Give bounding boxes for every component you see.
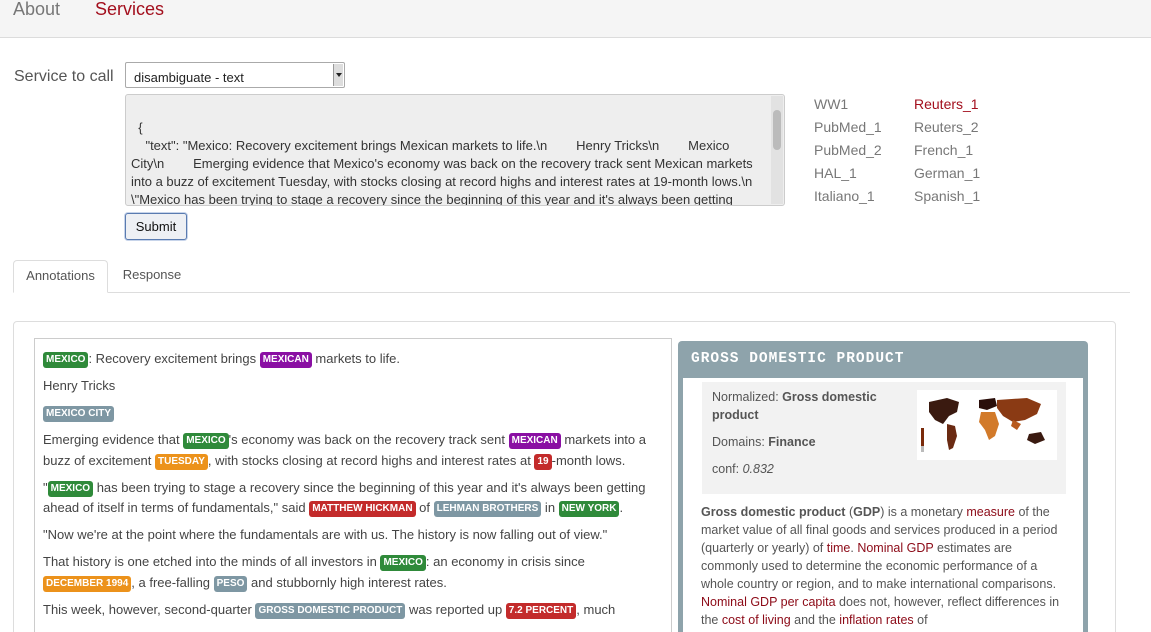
example-link[interactable]: Spanish_1 [914, 188, 980, 204]
text: and stubbornly high interest rates. [247, 574, 447, 590]
text: markets to life. [311, 351, 400, 366]
wiki-link[interactable]: time [827, 541, 851, 555]
example-link[interactable]: French_1 [914, 142, 973, 158]
wiki-link[interactable]: Nominal GDP [857, 541, 933, 555]
text: , much [576, 601, 616, 617]
service-select[interactable]: disambiguate - text [125, 62, 345, 88]
example-link-active[interactable]: Reuters_1 [914, 96, 979, 112]
query-textarea[interactable]: { "text": "Mexico: Recovery excitement b… [125, 94, 785, 206]
entity-tag[interactable]: MEXICAN [508, 433, 561, 449]
service-label: Service to call [14, 68, 114, 85]
example-link[interactable]: HAL_1 [814, 165, 857, 181]
example-link[interactable]: PubMed_2 [814, 142, 882, 158]
entity-tag[interactable]: MEXICO [47, 480, 94, 497]
desc-term: Gross domestic product [701, 505, 846, 519]
text: Emerging evidence that [43, 432, 184, 447]
query-text: { "text": "Mexico: Recovery excitement b… [131, 120, 753, 206]
text: in [541, 500, 559, 515]
entity-description: Gross domestic product (GDP) is a moneta… [701, 503, 1071, 629]
example-link[interactable]: Italiano_1 [814, 188, 875, 204]
paragraph: Henry Tricks [43, 376, 667, 397]
entity-meta: Normalized: Gross domestic product Domai… [702, 382, 1066, 494]
text: 's economy was back on the recovery trac… [228, 432, 509, 447]
entity-tag[interactable]: PESO [213, 575, 248, 592]
text: . [619, 500, 624, 515]
paragraph: That history is one etched into the mind… [43, 552, 667, 593]
navbar: About Services [0, 0, 1151, 38]
paragraph: Emerging evidence that MEXICO's economy … [43, 430, 667, 471]
nav-services[interactable]: Services [95, 0, 164, 20]
paragraph: "Now we're at the point where the fundam… [43, 525, 667, 546]
conf-line: conf: 0.832 [712, 460, 774, 478]
entity-tag[interactable]: MEXICO [380, 555, 426, 571]
text: That history is one etched into the mind… [43, 554, 381, 569]
text: This week, however, second-quarter [43, 601, 256, 617]
text: of [913, 613, 928, 627]
entity-tag[interactable]: 19 [534, 453, 552, 470]
example-link[interactable]: PubMed_1 [814, 119, 882, 135]
entity-card-title: GROSS DOMESTIC PRODUCT [683, 341, 1083, 378]
entity-tag[interactable]: TUESDAY [155, 453, 208, 470]
text: ) is a monetary [880, 505, 967, 519]
entity-tag[interactable]: MEXICAN [259, 352, 312, 368]
desc-abbr: GDP [853, 505, 881, 519]
wiki-link[interactable]: Nominal GDP per capita [701, 595, 836, 609]
text: : Recovery excitement brings [88, 351, 260, 366]
example-link[interactable]: Reuters_2 [914, 119, 979, 135]
tab-annotations[interactable]: Annotations [13, 260, 108, 293]
entity-tag[interactable]: MEXICO [43, 352, 89, 368]
entity-info-card: GROSS DOMESTIC PRODUCT Normalized: Gross… [678, 341, 1088, 632]
dropdown-arrow-icon[interactable] [333, 64, 343, 86]
annotated-text: MEXICO: Recovery excitement brings MEXIC… [34, 338, 672, 632]
scrollbar-thumb[interactable] [773, 110, 781, 150]
normalized-line: Normalized: Gross domestic product [712, 388, 902, 424]
text: " [43, 479, 48, 495]
paragraph: MEXICO: Recovery excitement brings MEXIC… [43, 349, 667, 370]
entity-tag[interactable]: DECEMBER 1994 [43, 575, 132, 592]
domains-value: Finance [768, 435, 816, 449]
entity-tag[interactable]: 7.2 PERCENT [505, 602, 577, 619]
paragraph: MEXICO CITY [43, 403, 667, 424]
domains-label: Domains: [712, 435, 765, 449]
wiki-link[interactable]: measure [966, 505, 1015, 519]
conf-value: 0.832 [742, 462, 774, 476]
nav-about[interactable]: About [13, 0, 60, 20]
example-link[interactable]: German_1 [914, 165, 980, 181]
text: "Now we're at the point where the fundam… [43, 527, 608, 542]
entity-tag[interactable]: MEXICO CITY [43, 406, 115, 422]
domains-line: Domains: Finance [712, 433, 816, 451]
normalized-label: Normalized: [712, 390, 779, 404]
entity-tag[interactable]: GROSS DOMESTIC PRODUCT [255, 602, 406, 619]
text: and the [790, 613, 840, 627]
entity-tag[interactable]: NEW YORK [558, 501, 620, 517]
text: of [415, 500, 434, 515]
text: Henry Tricks [43, 378, 116, 393]
tab-response[interactable]: Response [110, 260, 194, 293]
paragraph: This week, however, second-quarter GROSS… [43, 600, 667, 621]
paragraph: " MEXICO has been trying to stage a recov… [43, 478, 667, 519]
example-link[interactable]: WW1 [814, 96, 848, 112]
textarea-scrollbar[interactable] [771, 96, 783, 204]
wiki-link[interactable]: inflation rates [839, 613, 913, 627]
world-map-image [917, 390, 1057, 460]
text: , with stocks closing at record highs an… [207, 452, 535, 468]
submit-button[interactable]: Submit [125, 213, 187, 240]
entity-tag[interactable]: MATTHEW HICKMAN [309, 501, 416, 517]
entity-tag[interactable]: MEXICO [183, 433, 229, 449]
wiki-link[interactable]: cost of living [722, 613, 791, 627]
text: , a free-falling [131, 574, 214, 590]
text: was reported up [405, 601, 506, 617]
text: : an economy in crisis since [425, 554, 585, 569]
conf-label: conf: [712, 462, 740, 476]
entity-tag[interactable]: LEHMAN BROTHERS [433, 501, 542, 517]
text: -month lows. [551, 452, 626, 468]
text: ( [845, 505, 854, 519]
service-select-value: disambiguate - text [134, 70, 244, 85]
